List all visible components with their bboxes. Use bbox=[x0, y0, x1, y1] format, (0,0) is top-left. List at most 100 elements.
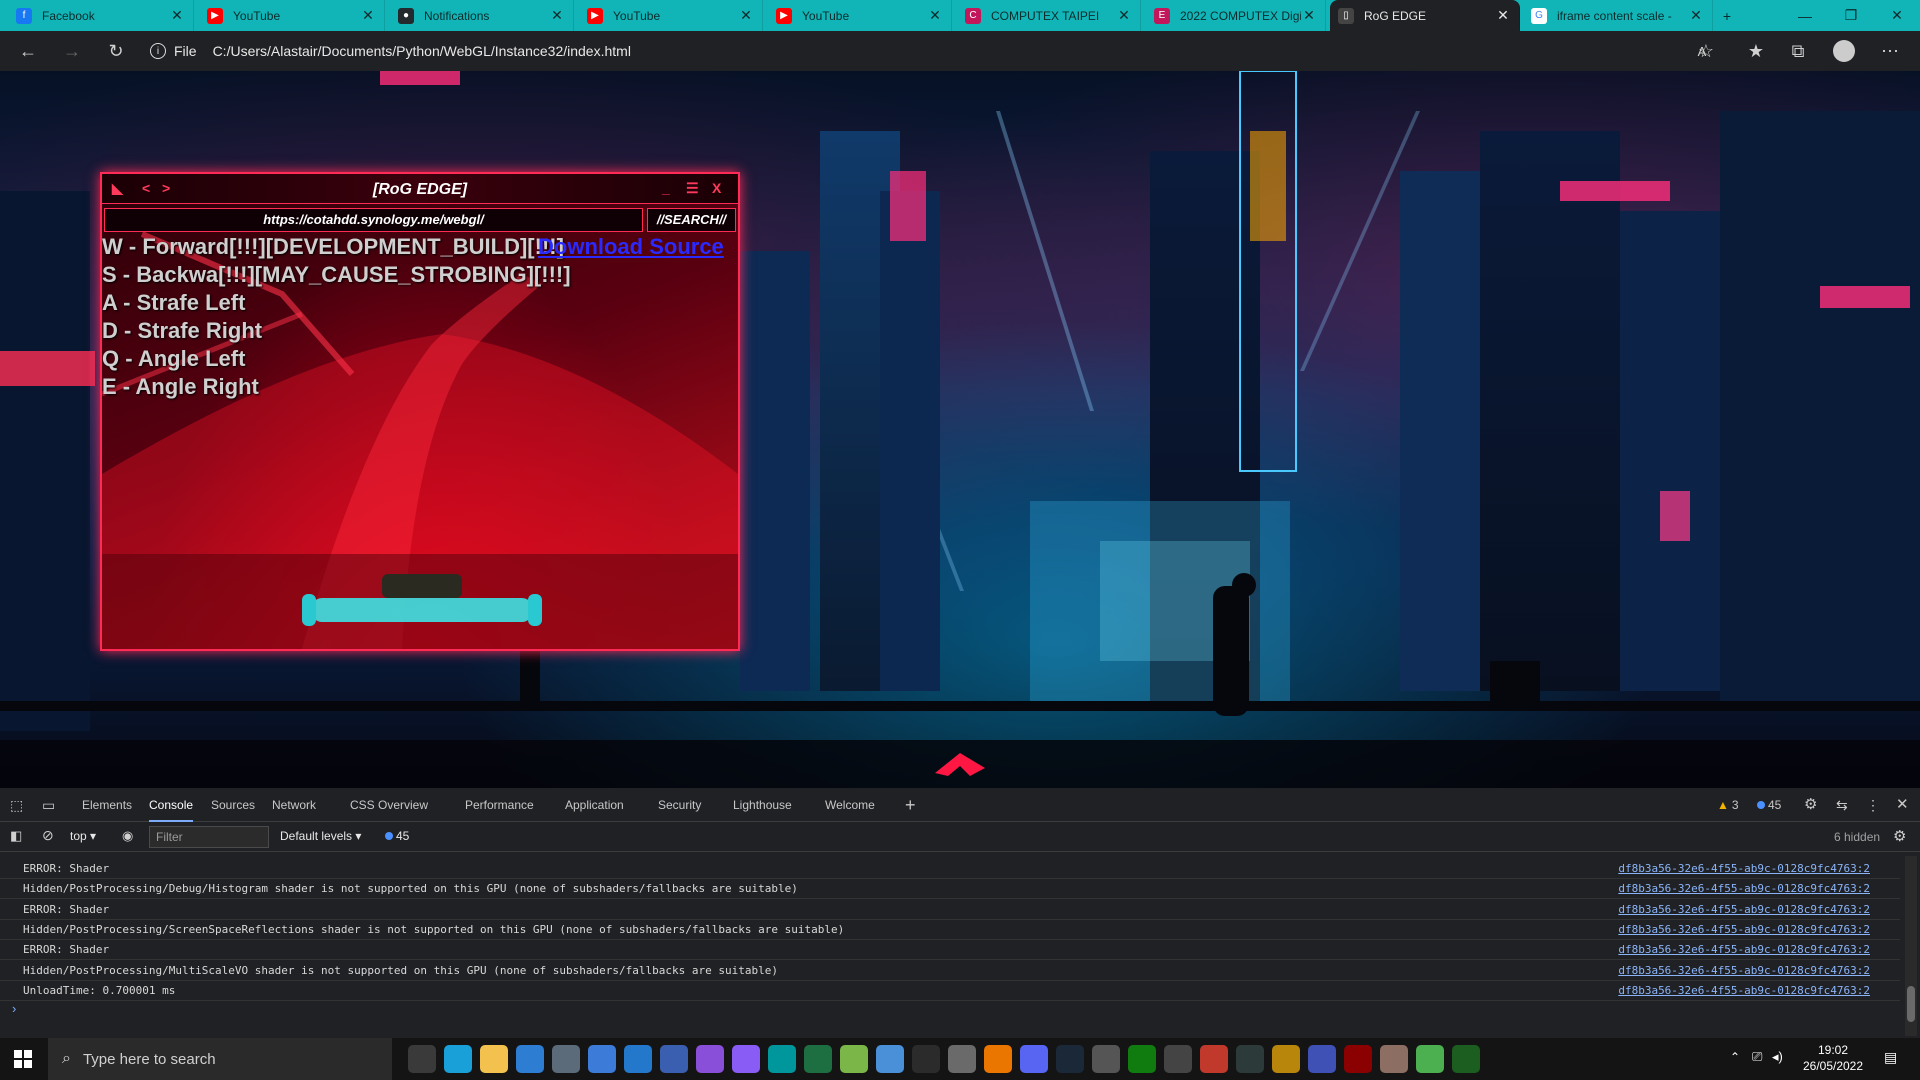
close-tab-icon[interactable]: ✕ bbox=[1495, 7, 1511, 24]
messages-badge[interactable]: 45 bbox=[1757, 788, 1781, 822]
filter-input[interactable]: Filter bbox=[149, 826, 269, 848]
blender-icon[interactable] bbox=[984, 1045, 1012, 1073]
collections-icon[interactable]: ⧉ bbox=[1784, 37, 1812, 65]
inspect-element-icon[interactable]: ⬚ bbox=[10, 788, 23, 822]
close-tab-icon[interactable]: ✕ bbox=[169, 7, 185, 24]
tab-lighthouse[interactable]: Lighthouse bbox=[733, 788, 792, 822]
app-icon[interactable] bbox=[1092, 1045, 1120, 1073]
more-options-icon[interactable]: ⋮ bbox=[1866, 788, 1880, 822]
tab-css-overview[interactable]: CSS Overview bbox=[350, 788, 428, 822]
download-source-link[interactable]: Download Source bbox=[538, 234, 724, 260]
close-tab-icon[interactable]: ✕ bbox=[738, 7, 754, 24]
file-explorer-icon[interactable] bbox=[480, 1045, 508, 1073]
issues-badge[interactable]: 45 bbox=[385, 829, 409, 843]
console-scrollbar[interactable] bbox=[1905, 856, 1917, 1036]
browser-tab[interactable]: f Facebook ✕ bbox=[8, 0, 194, 31]
log-levels-select[interactable]: Default levels ▾ bbox=[280, 829, 361, 843]
app-icon[interactable] bbox=[1236, 1045, 1264, 1073]
minimize-window-button[interactable]: — bbox=[1782, 0, 1828, 31]
volume-icon[interactable]: ◂) bbox=[1772, 1049, 1783, 1065]
network-icon[interactable]: ⎚ bbox=[1752, 1049, 1762, 1065]
forward-button[interactable]: → bbox=[58, 37, 86, 65]
tab-welcome[interactable]: Welcome bbox=[825, 788, 875, 822]
close-tab-icon[interactable]: ✕ bbox=[927, 7, 943, 24]
console-prompt-icon[interactable]: › bbox=[12, 1001, 16, 1016]
reload-button[interactable]: ↻ bbox=[102, 37, 130, 65]
rog-minimize-button[interactable]: _ bbox=[662, 180, 670, 196]
console-source-link[interactable]: df8b3a56-32e6-4f55-ab9c-0128c9fc4763:2 bbox=[1618, 961, 1870, 981]
rog-url-input[interactable]: https://cotahdd.synology.me/webgl/ bbox=[104, 208, 643, 232]
sidebar-toggle-icon[interactable]: ◧ bbox=[10, 828, 22, 844]
app-icon[interactable] bbox=[1452, 1045, 1480, 1073]
xbox-icon[interactable] bbox=[1128, 1045, 1156, 1073]
close-devtools-icon[interactable]: ✕ bbox=[1896, 788, 1909, 822]
app-icon[interactable] bbox=[1164, 1045, 1192, 1073]
console-source-link[interactable]: df8b3a56-32e6-4f55-ab9c-0128c9fc4763:2 bbox=[1618, 900, 1870, 920]
close-tab-icon[interactable]: ✕ bbox=[549, 7, 565, 24]
console-source-link[interactable]: df8b3a56-32e6-4f55-ab9c-0128c9fc4763:2 bbox=[1618, 940, 1870, 960]
app-icon[interactable] bbox=[948, 1045, 976, 1073]
app-icon[interactable] bbox=[1308, 1045, 1336, 1073]
start-button[interactable] bbox=[0, 1038, 46, 1080]
rog-menu-icon[interactable]: ☰ bbox=[686, 180, 699, 197]
info-icon[interactable]: i bbox=[150, 43, 166, 59]
app-icon[interactable] bbox=[588, 1045, 616, 1073]
store-icon[interactable] bbox=[516, 1045, 544, 1073]
app-icon[interactable] bbox=[1416, 1045, 1444, 1073]
close-tab-icon[interactable]: ✕ bbox=[360, 7, 376, 24]
visual-studio-icon[interactable] bbox=[696, 1045, 724, 1073]
taskbar-search-box[interactable]: ⌕ Type here to search bbox=[48, 1038, 392, 1080]
tab-security[interactable]: Security bbox=[658, 788, 701, 822]
restore-window-button[interactable]: ❐ bbox=[1828, 0, 1874, 31]
console-source-link[interactable]: df8b3a56-32e6-4f55-ab9c-0128c9fc4763:2 bbox=[1618, 879, 1870, 899]
browser-tab[interactable]: ● Notifications ✕ bbox=[390, 0, 574, 31]
device-toolbar-icon[interactable]: ▭ bbox=[42, 788, 55, 822]
more-menu-icon[interactable]: ⋯ bbox=[1876, 37, 1904, 65]
notifications-icon[interactable]: ▤ bbox=[1884, 1049, 1897, 1066]
app-icon[interactable] bbox=[660, 1045, 688, 1073]
edge-icon[interactable] bbox=[444, 1045, 472, 1073]
browser-tab[interactable]: ▶ YouTube ✕ bbox=[579, 0, 763, 31]
console-settings-icon[interactable]: ⚙ bbox=[1893, 827, 1906, 845]
close-tab-icon[interactable]: ✕ bbox=[1688, 7, 1704, 24]
app-icon[interactable] bbox=[1200, 1045, 1228, 1073]
warnings-badge[interactable]: ▲ 3 bbox=[1717, 788, 1739, 822]
back-button[interactable]: ← bbox=[14, 37, 42, 65]
profile-avatar[interactable] bbox=[1830, 37, 1858, 65]
browser-tab[interactable]: ▯ RoG EDGE ✕ bbox=[1330, 0, 1520, 31]
tab-sources[interactable]: Sources bbox=[211, 788, 255, 822]
address-bar[interactable]: i File C:/Users/Alastair/Documents/Pytho… bbox=[150, 36, 1705, 66]
discord-icon[interactable] bbox=[1020, 1045, 1048, 1073]
vscode-icon[interactable] bbox=[624, 1045, 652, 1073]
tab-elements[interactable]: Elements bbox=[82, 788, 132, 822]
rog-close-button[interactable]: X bbox=[712, 180, 721, 196]
app-icon[interactable] bbox=[1344, 1045, 1372, 1073]
app-icon[interactable] bbox=[876, 1045, 904, 1073]
task-view-icon[interactable] bbox=[408, 1045, 436, 1073]
app-icon[interactable] bbox=[552, 1045, 580, 1073]
browser-tab[interactable]: ▶ YouTube ✕ bbox=[199, 0, 385, 31]
url-text[interactable]: C:/Users/Alastair/Documents/Python/WebGL… bbox=[213, 43, 631, 59]
browser-tab[interactable]: C COMPUTEX TAIPEI ✕ bbox=[957, 0, 1141, 31]
close-tab-icon[interactable]: ✕ bbox=[1301, 7, 1317, 24]
close-window-button[interactable]: ✕ bbox=[1874, 0, 1920, 31]
tab-network[interactable]: Network bbox=[272, 788, 316, 822]
tab-application[interactable]: Application bbox=[565, 788, 624, 822]
dock-icon[interactable]: ⇆ bbox=[1836, 788, 1848, 822]
excel-icon[interactable] bbox=[804, 1045, 832, 1073]
context-select[interactable]: top ▾ bbox=[70, 829, 96, 843]
browser-tab[interactable]: E 2022 COMPUTEX Digita ✕ bbox=[1146, 0, 1326, 31]
terminal-icon[interactable] bbox=[912, 1045, 940, 1073]
app-icon[interactable] bbox=[1272, 1045, 1300, 1073]
console-source-link[interactable]: df8b3a56-32e6-4f55-ab9c-0128c9fc4763:2 bbox=[1618, 859, 1870, 879]
show-hidden-icons[interactable]: ⌃ bbox=[1730, 1050, 1740, 1064]
close-tab-icon[interactable]: ✕ bbox=[1116, 7, 1132, 24]
github-desktop-icon[interactable] bbox=[732, 1045, 760, 1073]
console-source-link[interactable]: df8b3a56-32e6-4f55-ab9c-0128c9fc4763:2 bbox=[1618, 981, 1870, 1001]
system-clock[interactable]: 19:02 26/05/2022 bbox=[1788, 1042, 1878, 1074]
favorite-add-icon[interactable]: ☆ bbox=[1692, 37, 1720, 65]
arduino-icon[interactable] bbox=[768, 1045, 796, 1073]
favorites-icon[interactable]: ★ bbox=[1742, 37, 1770, 65]
console-source-link[interactable]: df8b3a56-32e6-4f55-ab9c-0128c9fc4763:2 bbox=[1618, 920, 1870, 940]
steam-icon[interactable] bbox=[1056, 1045, 1084, 1073]
